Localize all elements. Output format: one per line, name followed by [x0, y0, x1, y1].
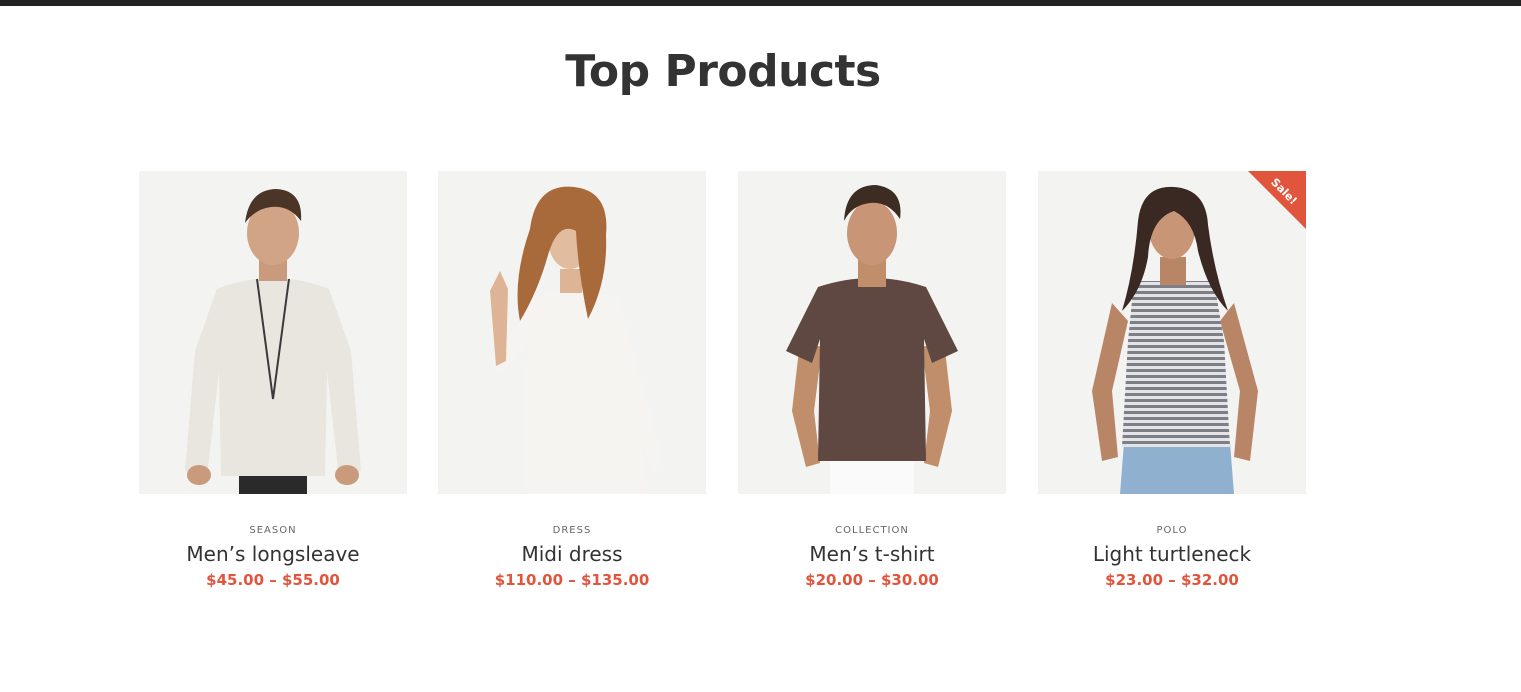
- product-name-link[interactable]: Men’s t-shirt: [738, 541, 1006, 567]
- product-category: POLO: [1156, 525, 1188, 536]
- woman-dress-illustration: [438, 171, 706, 494]
- product-image[interactable]: [738, 171, 1006, 494]
- product-price: $110.00 – $135.00: [494, 571, 650, 589]
- product-price: $23.00 – $32.00: [1105, 571, 1239, 589]
- product-category: SEASON: [249, 525, 297, 536]
- top-border-bar: [0, 0, 1521, 6]
- man-longsleeve-illustration: [139, 171, 407, 494]
- product-name-link[interactable]: Midi dress: [438, 541, 706, 567]
- product-price: $20.00 – $30.00: [805, 571, 939, 589]
- product-price: $45.00 – $55.00: [206, 571, 340, 589]
- product-card[interactable]: SEASON Men’s longsleave $45.00 – $55.00: [139, 171, 407, 590]
- product-image[interactable]: [139, 171, 407, 494]
- product-card[interactable]: Sale! POLO Light turtleneck $23.00 – $32…: [1038, 171, 1306, 590]
- product-name-link[interactable]: Men’s longsleave: [139, 541, 407, 567]
- product-image[interactable]: [438, 171, 706, 494]
- product-category: COLLECTION: [835, 525, 909, 536]
- product-name-link[interactable]: Light turtleneck: [1038, 541, 1306, 567]
- section-title: Top Products: [565, 46, 881, 97]
- product-card[interactable]: DRESS Midi dress $110.00 – $135.00: [438, 171, 706, 590]
- man-tshirt-illustration: [738, 171, 1006, 494]
- product-category: DRESS: [552, 525, 592, 536]
- product-image[interactable]: Sale!: [1038, 171, 1306, 494]
- sale-badge: Sale!: [1248, 171, 1306, 229]
- product-card[interactable]: COLLECTION Men’s t-shirt $20.00 – $30.00: [738, 171, 1006, 590]
